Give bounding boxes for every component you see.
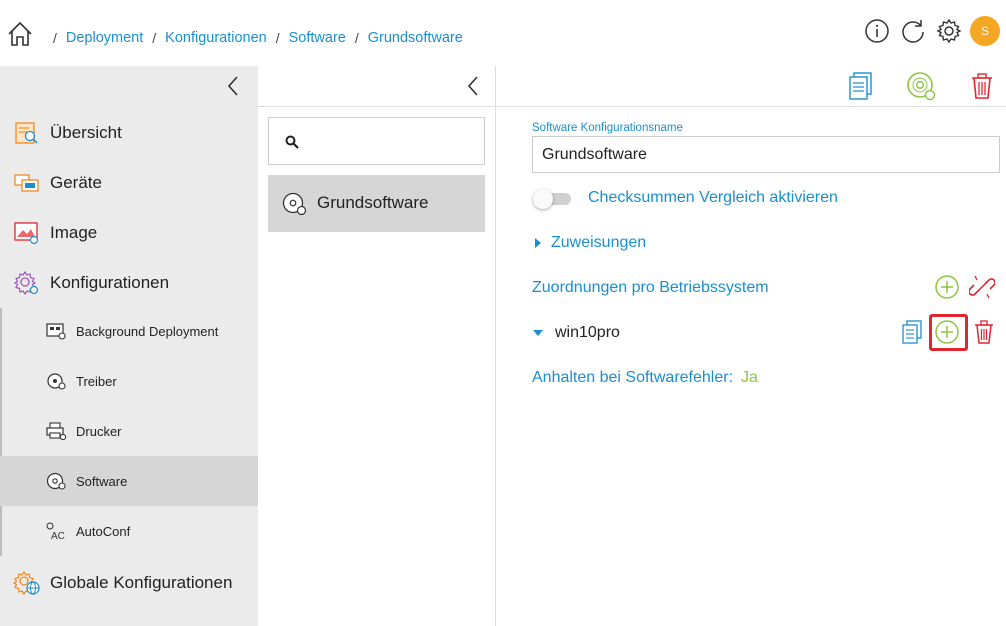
breadcrumb: / Deployment / Konfigurationen / Softwar…	[44, 30, 463, 46]
sidebar-collapse-chevron-icon[interactable]	[224, 76, 242, 96]
list-item-label: Grundsoftware	[317, 193, 429, 212]
unlink-icon[interactable]	[969, 274, 995, 300]
list-collapse-chevron-icon[interactable]	[464, 76, 482, 96]
halt-on-error-label: Anhalten bei Softwarefehler:	[532, 369, 734, 386]
breadcrumb-separator: /	[53, 30, 57, 46]
highlight-box	[929, 314, 968, 351]
background-deployment-icon	[46, 323, 66, 340]
column-divider	[495, 66, 496, 626]
autoconf-icon: AC	[46, 522, 65, 541]
svg-text:AC: AC	[51, 531, 65, 541]
top-actions: S	[854, 16, 1000, 46]
sidebar-subitem-treiber[interactable]: Treiber	[0, 356, 258, 406]
sidebar-subitem-label: AutoConf	[76, 523, 131, 539]
sidebar-subitem-autoconf[interactable]: AC AutoConf	[0, 506, 258, 556]
checksum-toggle-label[interactable]: Checksummen Vergleich aktivieren	[588, 189, 838, 207]
sidebar-subitem-label: Background Deployment	[76, 323, 219, 339]
add-mapping-plus-icon[interactable]	[934, 274, 960, 300]
sidebar-subitem-software[interactable]: Software	[0, 456, 258, 506]
toggle-knob	[533, 189, 553, 209]
sidebar-subitem-drucker[interactable]: Drucker	[0, 406, 258, 456]
info-icon[interactable]	[864, 18, 890, 44]
delete-trash-icon[interactable]	[966, 70, 998, 102]
software-disc-icon	[282, 192, 307, 216]
sidebar-item-label: Geräte	[50, 173, 102, 192]
breadcrumb-konfigurationen[interactable]: Konfigurationen	[165, 30, 267, 46]
delete-trash-icon[interactable]	[971, 319, 997, 345]
assignments-toggle[interactable]: Zuweisungen	[551, 234, 646, 252]
search-box[interactable]	[268, 117, 485, 165]
search-input[interactable]	[307, 128, 477, 154]
driver-icon	[47, 373, 66, 390]
os-entry-label[interactable]: win10pro	[555, 324, 620, 342]
config-name-input[interactable]	[533, 137, 999, 172]
sidebar-item-image[interactable]: Image	[0, 208, 258, 258]
os-mappings-heading: Zuordnungen pro Betriebssystem	[532, 279, 769, 296]
caret-right-icon[interactable]	[533, 238, 543, 248]
sidebar-item-konfigurationen[interactable]: Konfigurationen	[0, 258, 258, 308]
halt-on-error-value: Ja	[741, 369, 758, 386]
checksum-toggle[interactable]	[533, 189, 571, 209]
software-disc-icon	[46, 472, 66, 490]
sidebar-subitem-label: Drucker	[76, 423, 122, 439]
sidebar-item-geraete[interactable]: Geräte	[0, 158, 258, 208]
deploy-disc-icon[interactable]	[905, 70, 937, 102]
configurations-icon	[13, 270, 39, 296]
caret-down-icon[interactable]	[533, 328, 543, 338]
sidebar-item-label: Image	[50, 223, 98, 242]
sidebar-item-uebersicht[interactable]: Übersicht	[0, 108, 258, 158]
breadcrumb-separator: /	[275, 30, 280, 46]
settings-gear-icon[interactable]	[936, 18, 962, 44]
sidebar-item-label: Globale Konfigurationen	[50, 573, 233, 592]
breadcrumb-deployment[interactable]: Deployment	[66, 30, 143, 46]
top-bar: / Deployment / Konfigurationen / Softwar…	[0, 0, 1006, 66]
refresh-icon[interactable]	[900, 18, 926, 44]
name-field[interactable]	[532, 136, 1000, 173]
overview-icon	[15, 122, 38, 144]
breadcrumb-separator: /	[152, 30, 157, 46]
detail-toolbar	[496, 66, 1006, 107]
printer-icon	[46, 422, 67, 441]
sidebar-subitem-label: Software	[76, 473, 128, 489]
copy-document-icon[interactable]	[845, 70, 877, 102]
breadcrumb-software[interactable]: Software	[289, 30, 346, 46]
copy-document-icon[interactable]	[899, 319, 925, 345]
breadcrumb-grundsoftware[interactable]: Grundsoftware	[368, 30, 463, 46]
sidebar-item-label: Konfigurationen	[50, 273, 170, 292]
sidebar-subitem-label: Treiber	[76, 373, 117, 389]
sidebar-item-globale-konfigurationen[interactable]: Globale Konfigurationen	[0, 558, 258, 608]
list-item-grundsoftware[interactable]: Grundsoftware	[268, 175, 485, 232]
globe-config-icon	[13, 570, 40, 596]
sidebar: Übersicht Geräte Image Konfigurationen B…	[0, 66, 258, 626]
image-icon	[14, 222, 39, 245]
list-header	[258, 66, 496, 107]
name-field-label: Software Konfigurationsname	[532, 122, 683, 134]
sidebar-subitem-background-deployment[interactable]: Background Deployment	[0, 306, 258, 356]
sidebar-item-label: Übersicht	[50, 123, 122, 142]
user-avatar[interactable]: S	[970, 16, 1000, 46]
home-icon[interactable]	[6, 20, 34, 48]
devices-icon	[14, 174, 39, 192]
breadcrumb-separator: /	[354, 30, 359, 46]
search-icon	[285, 135, 299, 149]
